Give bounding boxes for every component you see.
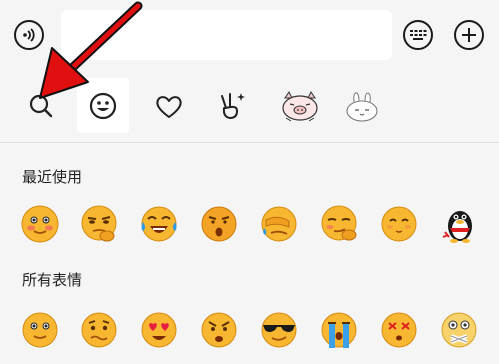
recent-emoji-row — [0, 203, 499, 253]
emoji-item[interactable] — [19, 309, 61, 351]
divider — [0, 142, 499, 143]
tears-of-joy-emoji-icon — [141, 206, 177, 242]
emoji-item[interactable] — [438, 309, 480, 351]
emoji-item[interactable] — [378, 203, 420, 245]
pout-emoji-icon — [201, 206, 237, 242]
section-title-all: 所有表情 — [22, 271, 83, 289]
tab-gestures[interactable] — [206, 78, 258, 133]
voice-icon — [23, 28, 35, 42]
heart-icon — [156, 95, 182, 118]
keyboard-button[interactable] — [403, 20, 433, 50]
tab-sticker-pig[interactable] — [274, 78, 326, 133]
heart-eyes-emoji-icon — [141, 312, 177, 348]
search-icon — [29, 94, 53, 117]
smiley-icon — [89, 92, 117, 119]
emoji-item[interactable] — [318, 309, 360, 351]
penguin-emoji-icon — [442, 211, 472, 243]
victory-hand-icon — [221, 92, 245, 119]
emoji-category-tabs — [0, 70, 499, 142]
shush-emoji-icon — [441, 312, 477, 348]
voice-button[interactable] — [14, 20, 44, 50]
emoji-item[interactable] — [19, 203, 61, 245]
plus-icon — [462, 28, 476, 42]
emoji-item[interactable] — [438, 203, 480, 245]
keyboard-icon — [410, 30, 427, 40]
emoji-item[interactable] — [258, 309, 300, 351]
facepalm-emoji-icon — [261, 206, 297, 242]
pig-sticker-icon — [282, 90, 318, 121]
emoji-item[interactable] — [258, 203, 300, 245]
section-title-recent: 最近使用 — [22, 168, 83, 186]
emoji-item[interactable] — [198, 203, 240, 245]
tab-emoji[interactable] — [77, 78, 129, 133]
all-emoji-row — [0, 309, 499, 359]
emoji-item[interactable] — [78, 203, 120, 245]
top-bar — [0, 0, 499, 70]
tab-search[interactable] — [15, 78, 67, 133]
smug-emoji-icon — [321, 205, 357, 241]
emoji-item[interactable] — [138, 203, 180, 245]
tab-favorites[interactable] — [143, 78, 195, 133]
worried-emoji-icon — [81, 312, 117, 348]
emoji-item[interactable] — [318, 203, 360, 245]
blush-smile-emoji-icon — [21, 205, 59, 243]
bunny-sticker-icon — [346, 91, 378, 122]
message-input[interactable] — [61, 10, 392, 60]
gentle-smile-emoji-icon — [381, 206, 417, 242]
crying-emoji-icon — [321, 312, 357, 348]
emoji-item[interactable] — [78, 309, 120, 351]
emoji-item[interactable] — [378, 309, 420, 351]
emoji-item[interactable] — [138, 309, 180, 351]
tab-sticker-bunny[interactable] — [336, 78, 388, 133]
plus-button[interactable] — [454, 20, 484, 50]
smile-emoji-icon — [22, 312, 58, 348]
angry-emoji-icon — [201, 312, 237, 348]
emoji-item[interactable] — [198, 309, 240, 351]
smirk-hand-emoji-icon — [81, 205, 117, 242]
sunglasses-emoji-icon — [261, 312, 297, 348]
dizzy-eyes-emoji-icon — [381, 312, 417, 348]
